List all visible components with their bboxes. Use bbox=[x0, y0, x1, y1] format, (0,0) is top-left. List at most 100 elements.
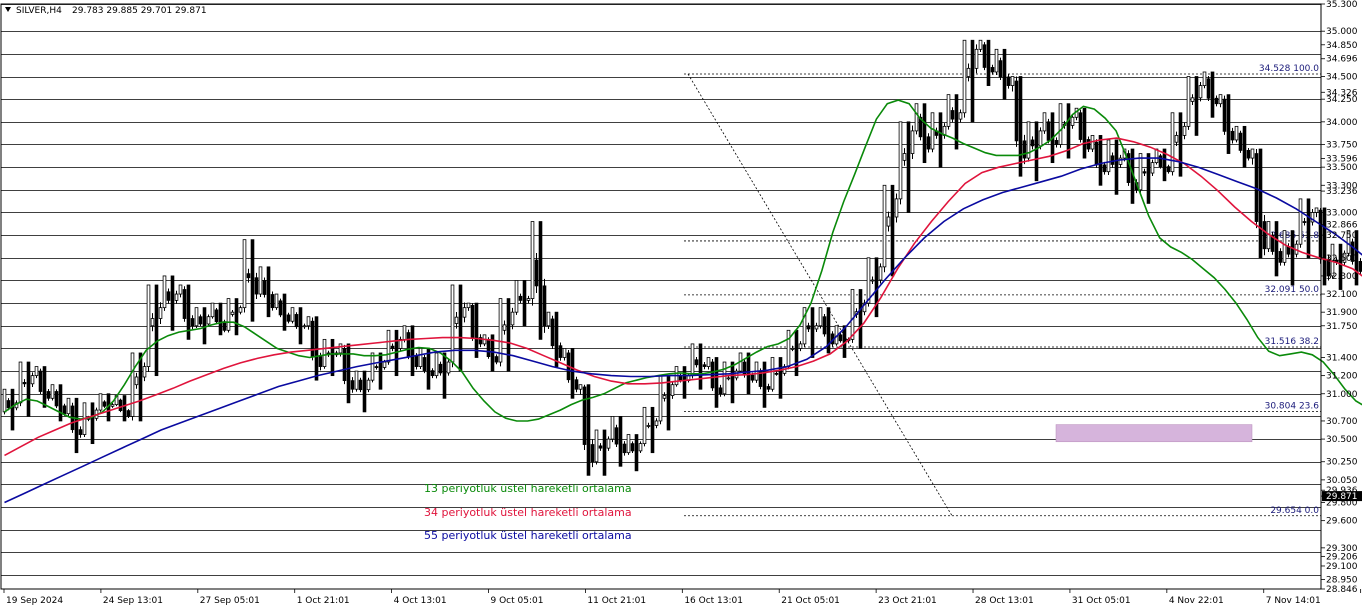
candle-6-1 bbox=[102, 400, 107, 408]
time-tick-label: 7 Nov 14:01 bbox=[1266, 596, 1321, 606]
candle-4-0 bbox=[66, 397, 71, 417]
candle-body bbox=[822, 316, 827, 335]
candle-body bbox=[122, 395, 127, 422]
time-tick-2: 27 Sep 05:01 bbox=[197, 589, 260, 606]
candle-body bbox=[26, 361, 31, 417]
candle-19-1 bbox=[310, 317, 315, 361]
candle-body bbox=[382, 361, 387, 368]
candle-body bbox=[714, 357, 719, 408]
candle-2-3 bbox=[46, 389, 51, 401]
candle-19-0 bbox=[306, 316, 311, 330]
candle-body bbox=[562, 348, 567, 358]
candle-77-3 bbox=[1246, 147, 1251, 161]
candle-body bbox=[966, 67, 971, 77]
candle-body bbox=[1302, 221, 1307, 223]
candle-61-2 bbox=[986, 39, 991, 86]
candle-body bbox=[210, 302, 215, 318]
candle-body bbox=[350, 380, 355, 390]
candle-body bbox=[694, 359, 699, 366]
candle-20-0 bbox=[322, 338, 327, 369]
candle-body bbox=[722, 361, 727, 395]
candle-23-1 bbox=[374, 364, 379, 370]
candle-body bbox=[750, 374, 755, 381]
candle-26-0 bbox=[418, 348, 423, 370]
candle-body bbox=[990, 67, 995, 73]
candle-57-2 bbox=[922, 103, 927, 164]
candle-body bbox=[442, 352, 447, 399]
candle-73-1 bbox=[1174, 131, 1179, 147]
candle-body bbox=[1262, 221, 1267, 250]
candle-body bbox=[30, 375, 35, 385]
candle-body bbox=[906, 121, 911, 213]
candle-body bbox=[302, 325, 307, 328]
price-axis[interactable]: 35.30035.00034.85034.69634.50034.32634.2… bbox=[1321, 0, 1362, 595]
candle-body bbox=[898, 121, 903, 200]
candle-body bbox=[102, 401, 107, 407]
candle-80-0 bbox=[1282, 230, 1287, 266]
candle-body bbox=[262, 280, 267, 295]
candle-body bbox=[46, 391, 51, 399]
candle-14-3 bbox=[238, 305, 243, 315]
candle-body bbox=[662, 395, 667, 399]
candle-60-3 bbox=[974, 44, 979, 74]
symbol-label: SILVER,H4 bbox=[16, 6, 62, 16]
candle-43-2 bbox=[698, 343, 703, 390]
candle-82-0 bbox=[1314, 207, 1319, 218]
candle-body bbox=[386, 329, 391, 363]
candle-26-3 bbox=[430, 368, 435, 379]
candle-62-1 bbox=[998, 57, 1003, 80]
candle-body bbox=[90, 402, 95, 445]
candle-body bbox=[774, 372, 779, 375]
candle-27-0 bbox=[434, 352, 439, 379]
time-axis[interactable]: 19 Sep 2024 24 Sep 13:01 27 Sep 05:01 1 Oct… bbox=[3, 589, 1362, 606]
candle-body bbox=[494, 356, 499, 363]
candle-body bbox=[374, 366, 379, 368]
candle-body bbox=[458, 284, 463, 372]
candle-57-3 bbox=[926, 133, 931, 153]
candle-71-2 bbox=[1146, 153, 1151, 204]
candle-body bbox=[390, 345, 395, 349]
candle-10-3 bbox=[174, 290, 179, 304]
candle-body bbox=[486, 338, 491, 357]
candle-67-3 bbox=[1086, 136, 1091, 153]
candle-body bbox=[346, 343, 351, 404]
candle-45-2 bbox=[730, 361, 735, 404]
fibo-label-0: 34.528 100.0 bbox=[1259, 64, 1319, 74]
candle-40-1 bbox=[646, 422, 651, 429]
candle-15-0 bbox=[242, 239, 247, 313]
candle-21-2 bbox=[346, 343, 351, 404]
price-chart[interactable]: 34.528 100.032.686 61.832.091 50.031.516… bbox=[0, 0, 1362, 611]
candle-body bbox=[126, 410, 131, 417]
candle-58-3 bbox=[942, 123, 947, 139]
candle-body bbox=[1178, 112, 1183, 177]
price-tick-8: 33.750 bbox=[1321, 140, 1358, 150]
price-tick-label: 29.600 bbox=[1326, 517, 1358, 527]
candle-1-3 bbox=[30, 372, 35, 388]
candle-body bbox=[1242, 125, 1247, 168]
candle-body bbox=[902, 153, 907, 161]
candle-body bbox=[50, 384, 55, 399]
time-tick-0: 19 Sep 2024 bbox=[3, 589, 63, 606]
candle-body bbox=[150, 318, 155, 327]
price-tick-34: 29.100 bbox=[1321, 562, 1358, 572]
candle-14-1 bbox=[230, 310, 235, 317]
candle-79-2 bbox=[1274, 221, 1279, 277]
collapse-triangle-icon[interactable] bbox=[5, 7, 11, 12]
candle-body bbox=[130, 352, 135, 417]
candle-body bbox=[810, 307, 815, 358]
candle-73-2 bbox=[1178, 112, 1183, 177]
candle-body bbox=[882, 184, 887, 268]
candle-body bbox=[506, 298, 511, 372]
candle-83-2 bbox=[1338, 243, 1343, 290]
time-tick-6: 11 Oct 21:01 bbox=[585, 589, 646, 606]
candle-body bbox=[554, 311, 559, 367]
candle-body bbox=[1010, 76, 1015, 86]
candle-2-1 bbox=[38, 368, 43, 394]
candle-body bbox=[814, 325, 819, 330]
candle-body bbox=[146, 284, 151, 367]
candle-body bbox=[654, 420, 659, 426]
candle-body bbox=[1086, 139, 1091, 150]
candle-20-2 bbox=[330, 338, 335, 377]
candle-63-3 bbox=[1022, 134, 1027, 165]
candle-body bbox=[558, 345, 563, 358]
